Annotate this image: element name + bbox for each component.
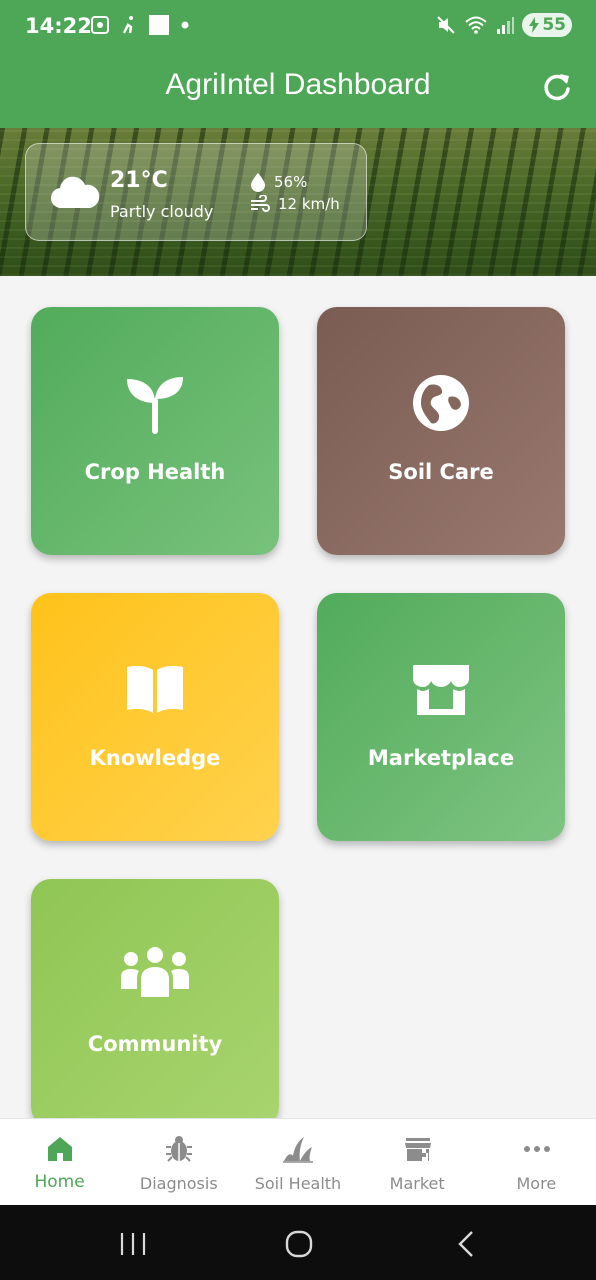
nav-label: Home bbox=[34, 1172, 85, 1192]
nav-label: More bbox=[516, 1174, 557, 1193]
more-dots-icon bbox=[523, 1146, 550, 1152]
dot-icon bbox=[181, 21, 189, 29]
status-right-icons: 55 bbox=[436, 13, 572, 37]
globe-icon bbox=[413, 375, 469, 431]
home-icon bbox=[48, 1137, 72, 1161]
walk-icon bbox=[122, 16, 133, 34]
square-icon bbox=[149, 15, 169, 35]
nav-item-home[interactable]: Home bbox=[0, 1119, 119, 1205]
back-button[interactable] bbox=[452, 1229, 482, 1259]
nav-item-market[interactable]: Market bbox=[358, 1119, 477, 1205]
nav-item-diagnosis[interactable]: Diagnosis bbox=[119, 1119, 238, 1205]
community-tile[interactable]: Community bbox=[31, 879, 279, 1127]
signal-icon bbox=[497, 17, 515, 34]
wifi-icon bbox=[465, 16, 487, 34]
nav-item-soil-health[interactable]: Soil Health bbox=[238, 1119, 357, 1205]
home-button[interactable] bbox=[284, 1229, 314, 1259]
battery-charging-icon bbox=[529, 17, 540, 33]
wind-row: 12 km/h bbox=[250, 195, 340, 213]
humidity-row: 56% bbox=[250, 172, 307, 192]
weather-temperature: 21°C bbox=[110, 168, 168, 193]
cloud-icon bbox=[50, 176, 100, 209]
app-bar: AgriIntel Dashboard bbox=[0, 52, 596, 128]
tile-label: Community bbox=[87, 1032, 223, 1056]
nav-label: Market bbox=[389, 1174, 445, 1193]
tile-label: Knowledge bbox=[89, 746, 221, 770]
wind-icon bbox=[251, 195, 270, 212]
tile-label: Marketplace bbox=[367, 746, 515, 770]
recent-apps-button[interactable] bbox=[118, 1229, 148, 1259]
marketplace-tile[interactable]: Marketplace bbox=[317, 593, 565, 841]
weather-card: 21°C Partly cloudy 56% 12 km/h bbox=[25, 143, 367, 241]
page-title: AgriIntel Dashboard bbox=[165, 68, 431, 101]
grass-icon bbox=[283, 1137, 314, 1163]
store-icon bbox=[404, 1138, 431, 1161]
bug-icon bbox=[166, 1136, 193, 1162]
droplet-icon bbox=[251, 173, 265, 192]
people-icon bbox=[121, 947, 189, 997]
sprout-icon bbox=[127, 377, 183, 434]
status-left-icons bbox=[90, 14, 190, 36]
hero-banner: 21°C Partly cloudy 56% 12 km/h bbox=[0, 128, 596, 276]
store-icon bbox=[413, 665, 469, 715]
weather-wind: 12 km/h bbox=[278, 195, 340, 213]
nav-label: Soil Health bbox=[254, 1174, 342, 1193]
weather-humidity: 56% bbox=[274, 173, 308, 191]
nav-label: Diagnosis bbox=[139, 1174, 218, 1193]
nav-item-more[interactable]: More bbox=[477, 1119, 596, 1205]
battery-level: 55 bbox=[542, 15, 566, 35]
refresh-icon bbox=[544, 74, 570, 101]
battery-indicator: 55 bbox=[522, 13, 572, 37]
system-navigation-bar bbox=[0, 1205, 596, 1280]
refresh-button[interactable] bbox=[540, 70, 574, 104]
status-time: 14:22 bbox=[25, 14, 92, 38]
knowledge-tile[interactable]: Knowledge bbox=[31, 593, 279, 841]
mute-icon bbox=[437, 16, 456, 34]
book-icon bbox=[127, 666, 183, 713]
screenshot-icon bbox=[91, 16, 109, 34]
bottom-navigation: Home Diagnosis Soil Health Market More bbox=[0, 1118, 596, 1205]
tile-label: Crop Health bbox=[84, 460, 226, 484]
tile-label: Soil Care bbox=[388, 460, 494, 484]
weather-condition: Partly cloudy bbox=[110, 202, 214, 221]
crop-health-tile[interactable]: Crop Health bbox=[31, 307, 279, 555]
status-bar: 14:22 55 bbox=[0, 0, 596, 52]
soil-care-tile[interactable]: Soil Care bbox=[317, 307, 565, 555]
